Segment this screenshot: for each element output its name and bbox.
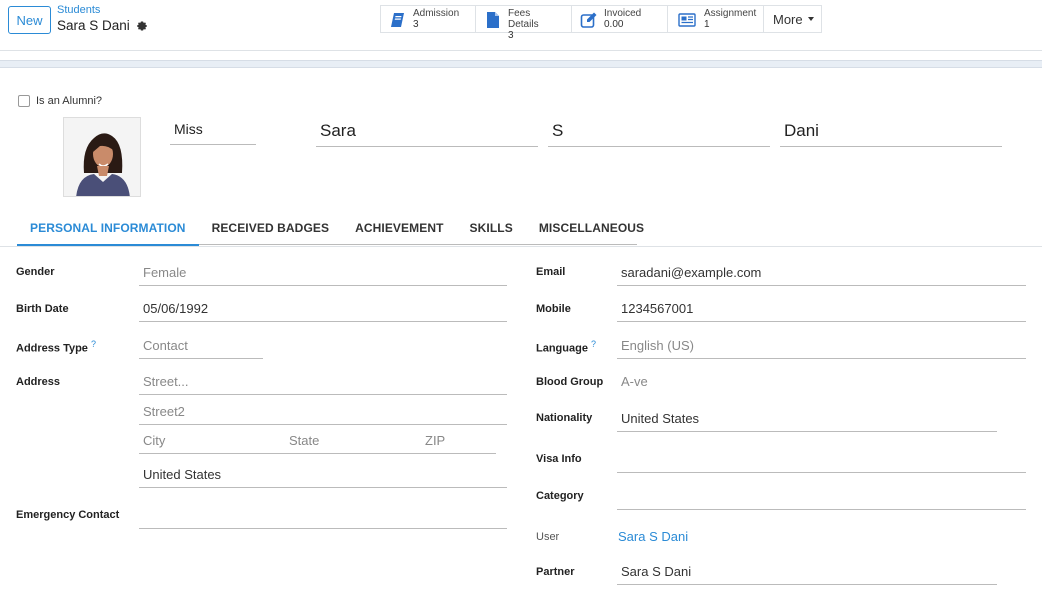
help-icon[interactable]: ? <box>591 339 596 349</box>
gear-icon[interactable] <box>136 20 148 32</box>
assignment-button[interactable]: Assignment 1 <box>668 5 764 33</box>
file-icon <box>487 12 499 28</box>
newspaper-icon <box>678 13 696 27</box>
visa-info-field[interactable] <box>617 449 1026 473</box>
country-select[interactable]: United States <box>139 464 507 488</box>
alumni-label: Is an Alumni? <box>36 95 103 107</box>
assignment-label: Assignment <box>704 8 757 19</box>
first-name-field[interactable]: Sara <box>316 117 538 147</box>
language-select[interactable]: English (US) <box>617 335 1026 359</box>
partner-label: Partner <box>536 566 575 578</box>
record-name: Sara S Dani <box>57 18 130 33</box>
title-field[interactable]: Miss <box>170 115 256 145</box>
gender-label: Gender <box>16 266 55 278</box>
tab-personal-information[interactable]: PERSONAL INFORMATION <box>17 214 199 246</box>
partner-field[interactable]: Sara S Dani <box>617 561 997 585</box>
user-label: User <box>536 531 560 543</box>
middle-name-field[interactable]: S <box>548 117 770 147</box>
language-label: Language ? <box>536 339 596 355</box>
blood-group-select[interactable]: A-ve <box>617 371 1026 395</box>
assignment-count: 1 <box>704 19 710 30</box>
email-field[interactable]: saradani@example.com <box>617 262 1026 286</box>
mobile-field[interactable]: 1234567001 <box>617 298 1026 322</box>
street2-input[interactable]: Street2 <box>139 401 507 425</box>
blood-group-label: Blood Group <box>536 376 604 388</box>
nationality-label: Nationality <box>536 412 593 424</box>
state-select[interactable]: State <box>285 430 421 454</box>
birth-date-label: Birth Date <box>16 303 69 315</box>
avatar-image <box>64 118 140 196</box>
admission-label: Admission <box>413 8 460 19</box>
birth-date-field[interactable]: 05/06/1992 <box>139 298 507 322</box>
emergency-contact-label: Emergency Contact <box>16 509 120 521</box>
tab-miscellaneous[interactable]: MISCELLANEOUS <box>526 214 657 246</box>
user-link[interactable]: Sara S Dani <box>614 526 814 550</box>
edit-icon <box>580 12 597 28</box>
fees-details-count: 3 <box>508 30 514 41</box>
last-name-field[interactable]: Dani <box>780 117 1002 147</box>
invoiced-amount: 0.00 <box>604 19 624 30</box>
smart-buttons: Admission 3 Fees Details 3 Invoiced 0.00 As… <box>380 5 822 41</box>
address-label: Address <box>16 376 61 388</box>
visa-info-label: Visa Info <box>536 453 582 465</box>
email-label: Email <box>536 266 566 278</box>
alumni-checkbox[interactable] <box>18 95 30 107</box>
city-input[interactable]: City <box>139 430 285 454</box>
mobile-label: Mobile <box>536 303 571 315</box>
help-icon[interactable]: ? <box>91 339 96 349</box>
invoiced-label: Invoiced <box>604 8 642 19</box>
fees-details-label: Fees Details <box>508 8 539 30</box>
gender-select[interactable]: Female <box>139 262 507 286</box>
tab-received-badges[interactable]: RECEIVED BADGES <box>199 214 343 246</box>
emergency-contact-field[interactable] <box>139 505 507 529</box>
status-strip <box>0 60 1042 68</box>
more-label: More <box>773 11 803 27</box>
address-type-label: Address Type ? <box>16 339 96 355</box>
admission-count: 3 <box>413 19 419 30</box>
more-dropdown[interactable]: More <box>764 5 822 33</box>
street-input[interactable]: Street... <box>139 371 507 395</box>
new-button[interactable]: New <box>8 6 51 34</box>
control-panel: New Students Sara S Dani Admission 3 Fees… <box>0 0 1042 51</box>
tab-achievement[interactable]: ACHIEVEMENT <box>342 214 456 246</box>
notebook-tabs: PERSONAL INFORMATION RECEIVED BADGES ACH… <box>17 214 657 246</box>
zip-input[interactable]: ZIP <box>421 430 496 454</box>
category-label: Category <box>536 490 584 502</box>
alumni-checkbox-row: Is an Alumni? <box>18 95 102 107</box>
caret-down-icon <box>807 17 814 21</box>
breadcrumb-current: Sara S Dani <box>57 16 148 36</box>
invoiced-button[interactable]: Invoiced 0.00 <box>572 5 668 33</box>
fees-details-button[interactable]: Fees Details 3 <box>476 5 572 41</box>
student-photo[interactable] <box>63 117 141 197</box>
address-type-select[interactable]: Contact <box>139 335 263 359</box>
book-icon <box>391 13 404 27</box>
breadcrumb-students-link[interactable]: Students <box>57 4 148 16</box>
nationality-select[interactable]: United States <box>617 408 997 432</box>
category-select[interactable] <box>617 486 1026 510</box>
admission-button[interactable]: Admission 3 <box>380 5 476 33</box>
breadcrumb: Students Sara S Dani <box>57 4 148 36</box>
language-label-text: Language <box>536 342 588 355</box>
tab-skills[interactable]: SKILLS <box>457 214 526 246</box>
tabs-divider <box>0 246 1042 247</box>
address-type-label-text: Address Type <box>16 342 88 355</box>
